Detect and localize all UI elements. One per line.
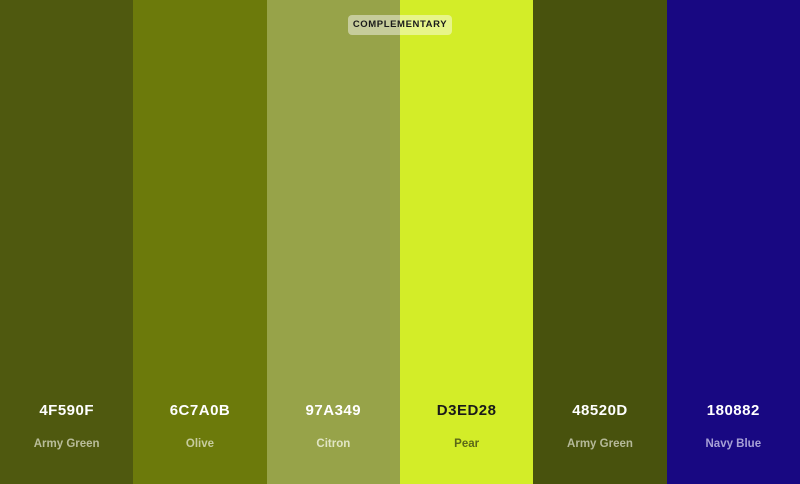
swatch-hex[interactable]: 6C7A0B bbox=[133, 402, 266, 419]
swatch-navy-blue[interactable]: 180882 Navy Blue bbox=[666, 0, 800, 484]
swatch-name: Olive bbox=[185, 438, 215, 450]
swatch-name: Pear bbox=[454, 438, 480, 450]
swatch-olive[interactable]: 6C7A0B Olive bbox=[133, 0, 267, 484]
swatch-hex[interactable]: 180882 bbox=[667, 402, 800, 419]
swatch-name: Citron bbox=[316, 438, 351, 450]
color-palette: 4F590F Army Green 6C7A0B Olive 97A349 Ci… bbox=[0, 0, 800, 484]
swatch-name: Army Green bbox=[567, 438, 633, 450]
swatch-hex[interactable]: 4F590F bbox=[0, 402, 133, 419]
swatch-army-green[interactable]: 4F590F Army Green bbox=[0, 0, 134, 484]
swatch-hex[interactable]: 97A349 bbox=[267, 402, 400, 419]
swatch-pear[interactable]: D3ED28 Pear bbox=[399, 0, 534, 484]
swatch-name: Army Green bbox=[33, 438, 100, 450]
swatch-army-green-dark[interactable]: 48520D Army Green bbox=[533, 0, 667, 484]
swatch-name: Navy Blue bbox=[705, 438, 762, 450]
swatch-hex[interactable]: 48520D bbox=[533, 402, 666, 419]
swatch-citron[interactable]: 97A349 Citron bbox=[266, 0, 400, 484]
palette-type-badge: COMPLEMENTARY bbox=[348, 15, 452, 35]
swatch-hex[interactable]: D3ED28 bbox=[400, 402, 533, 419]
